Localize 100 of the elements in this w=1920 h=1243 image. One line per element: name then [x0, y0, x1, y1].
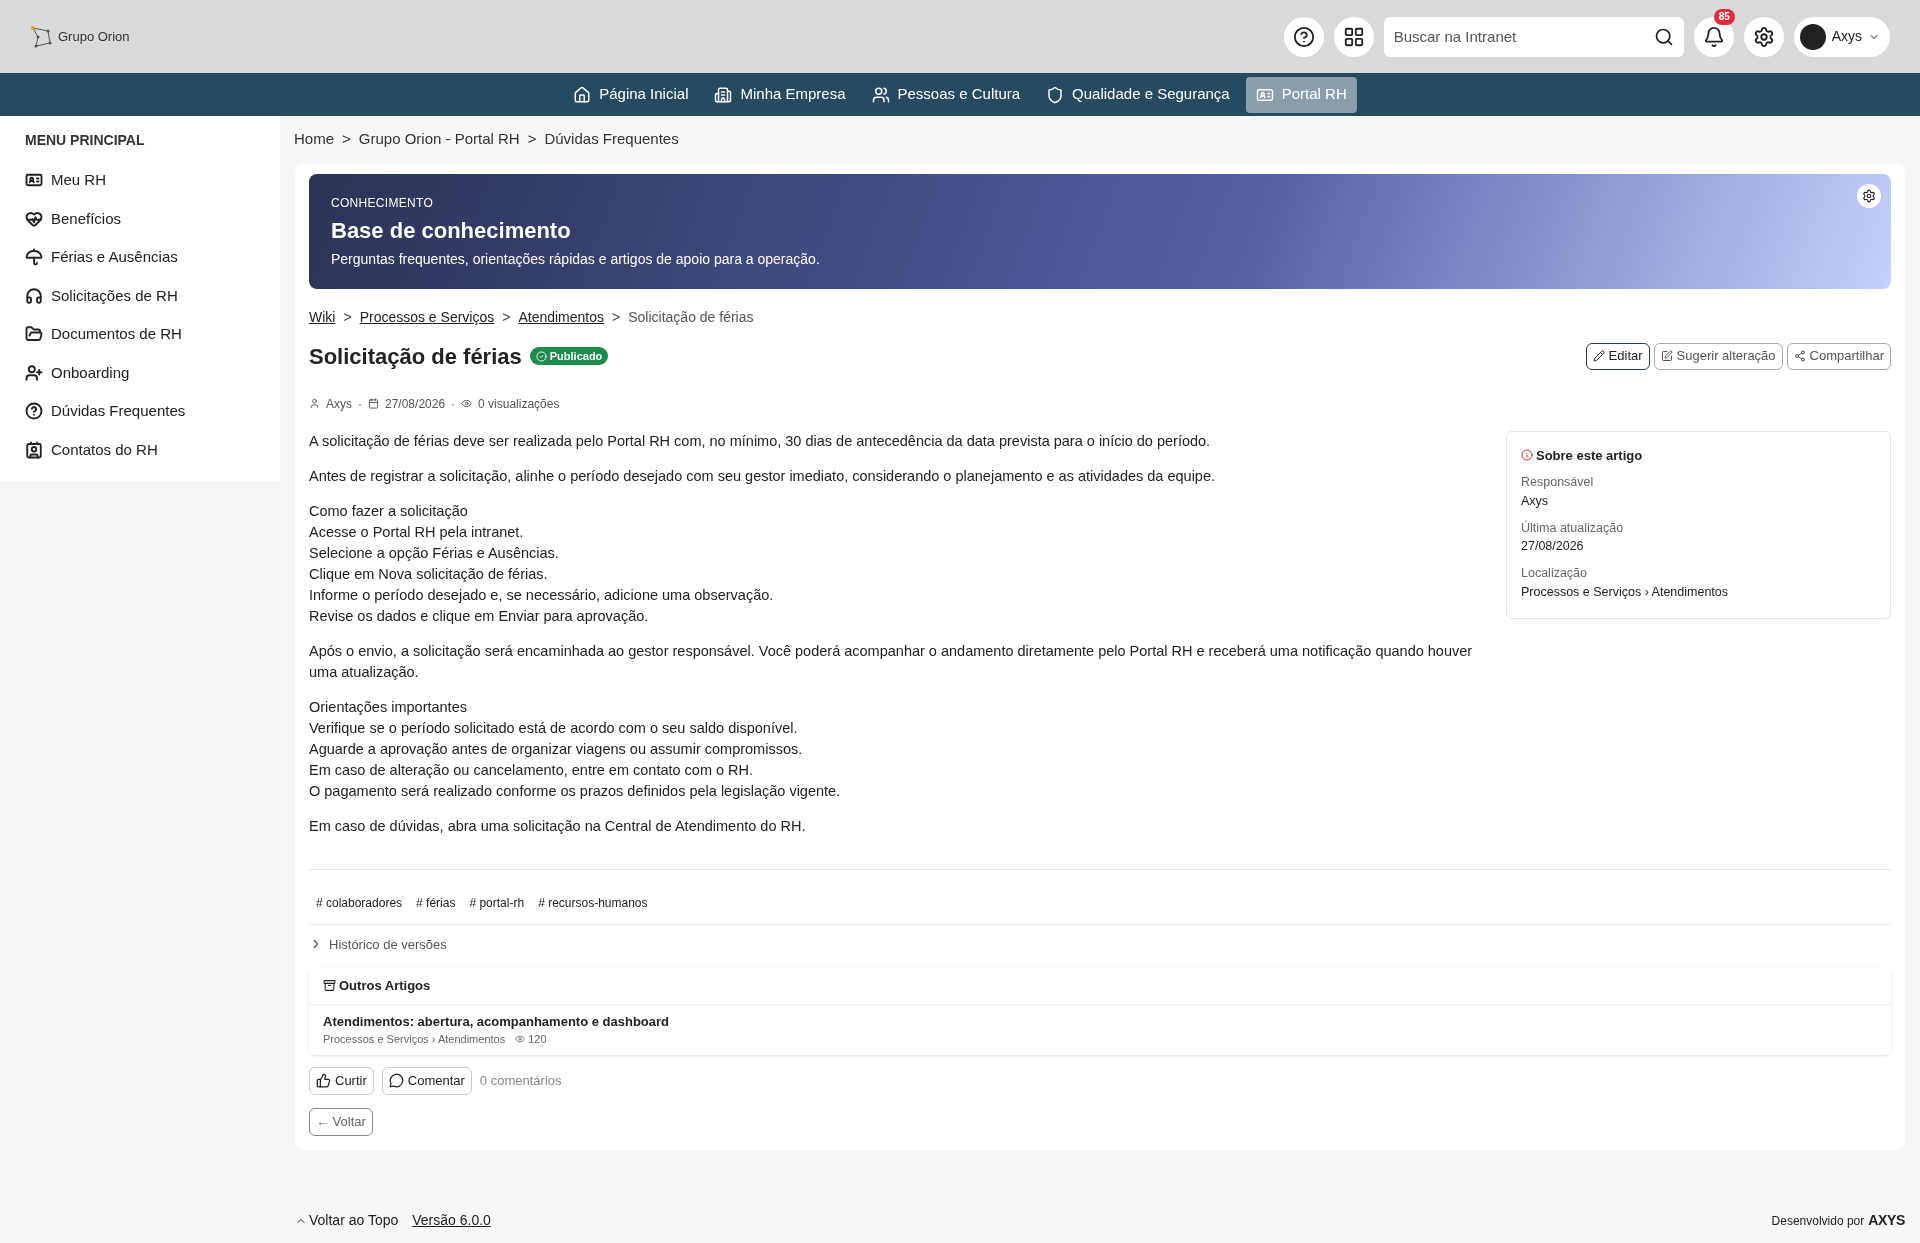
- article-text: Selecione a opção Férias e Ausências.: [309, 543, 560, 563]
- back-button[interactable]: ← Voltar: [309, 1107, 373, 1136]
- constellation-logo-icon: [30, 24, 54, 49]
- tag[interactable]: # colaboradores: [316, 893, 403, 912]
- article-text: O pagamento será realizado conforme os prazos definidos pela legislação vigente.: [309, 781, 842, 801]
- umbrella-icon: [25, 248, 43, 267]
- article-text: Aguarde a aprovação antes de organizar viagens ou assumir compromissos.: [309, 739, 804, 759]
- info-panel-title: Sobre este artigo: [1521, 445, 1876, 465]
- article-link[interactable]: Atendimentos: abertura, acompanhamento e dashboard: [323, 1011, 1877, 1031]
- nav-tab[interactable]: Qualidade e Segurança: [1036, 76, 1240, 113]
- grid-icon: [1342, 25, 1365, 48]
- sidebar-item[interactable]: Férias e Ausências: [25, 238, 255, 277]
- eye-icon: [515, 1034, 526, 1045]
- breadcrumb-link[interactable]: Grupo Orion - Portal RH: [358, 128, 520, 151]
- thumbs-up-icon: [316, 1073, 331, 1088]
- version-link[interactable]: Versão 6.0.0: [412, 1210, 491, 1231]
- banner-eyebrow: CONHECIMENTO: [331, 194, 435, 212]
- article-text: A solicitação de férias deve ser realizada pelo Portal RH com, no mínimo, 30 dias de antecedência da data prevista para o início do período.: [309, 431, 1212, 451]
- like-button[interactable]: Curtir: [309, 1066, 374, 1095]
- headset-icon: [25, 286, 43, 305]
- building-icon: [714, 85, 733, 104]
- sidebar-item[interactable]: Dúvidas Frequentes: [25, 392, 255, 431]
- info-icon: [1521, 449, 1533, 462]
- user-menu-button[interactable]: Axys: [1793, 16, 1890, 57]
- article-text: Clique em Nova solicitação de férias.: [309, 564, 549, 584]
- shield-icon: [1046, 85, 1065, 104]
- meta-separator: ·: [358, 395, 362, 413]
- nav-tab[interactable]: Pessoas e Cultura: [861, 76, 1031, 113]
- article-text: Como fazer a solicitação: [309, 501, 469, 521]
- sidebar-item[interactable]: Meu RH: [25, 161, 255, 200]
- date-meta: 27/08/2026: [385, 395, 446, 413]
- article-text: Acesse o Portal RH pela intranet.: [309, 522, 525, 542]
- heart-pulse-icon: [25, 209, 43, 228]
- speech-bubble-icon: [388, 1073, 404, 1088]
- folder-icon: [25, 325, 43, 344]
- breadcrumb-link[interactable]: Dúvidas Frequentes: [544, 128, 679, 151]
- logo-text: Grupo Orion: [58, 27, 130, 46]
- check-circle-icon: [535, 350, 547, 362]
- sidebar-item[interactable]: Solicitações de RH: [25, 276, 255, 315]
- breadcrumb-separator: >: [527, 129, 537, 149]
- comment-button[interactable]: Comentar: [381, 1066, 472, 1095]
- tag[interactable]: # férias: [416, 893, 456, 912]
- article-action-button[interactable]: Compartilhar: [1786, 342, 1891, 370]
- archive-icon: [323, 979, 336, 993]
- tag[interactable]: # portal-rh: [469, 893, 525, 912]
- calendar-icon: [368, 398, 379, 409]
- edit-square-icon: [1660, 350, 1673, 362]
- help-icon: [1292, 25, 1315, 48]
- contact-card-icon: [25, 440, 43, 459]
- article-action-button[interactable]: Sugerir alteração: [1653, 342, 1783, 370]
- banner-title: Base de conhecimento: [331, 216, 572, 245]
- settings-icon: [1752, 25, 1775, 48]
- nav-tab[interactable]: Página Inicial: [563, 76, 699, 113]
- info-label: Localização: [1521, 565, 1588, 582]
- developer-credit: Desenvolvido por: [1771, 1212, 1865, 1230]
- share-icon: [1793, 350, 1806, 362]
- info-label: Responsável: [1521, 474, 1595, 491]
- banner-settings-button[interactable]: [1857, 183, 1881, 208]
- article-text: Após o envio, a solicitação será encaminhada ao gestor responsável. Você poderá acompanhar o andamento diretamente pelo Portal RH e receberá uma notificação quando houver uma atualização.: [309, 641, 1474, 682]
- info-value: Axys: [1521, 492, 1550, 510]
- brand-logo: AXYS: [1868, 1211, 1905, 1230]
- info-value: 27/08/2026: [1521, 538, 1585, 556]
- search-field[interactable]: Buscar na Intranet: [1383, 16, 1684, 57]
- article-text: Em caso de dúvidas, abra uma solicitação na Central de Atendimento do RH.: [309, 816, 807, 836]
- article-text: Orientações importantes: [309, 697, 468, 717]
- article-path: Processos e Serviços › Atendimentos: [323, 1032, 506, 1047]
- user-plus-icon: [25, 363, 43, 382]
- version-history-toggle[interactable]: Histórico de versões: [309, 934, 447, 954]
- article-action-button[interactable]: Editar: [1585, 342, 1650, 370]
- article-title: Solicitação de férias: [309, 342, 522, 371]
- question-icon: [25, 402, 43, 421]
- status-badge: Publicado: [529, 346, 609, 366]
- breadcrumb-separator: >: [343, 307, 352, 327]
- sidebar-item[interactable]: Documentos de RH: [25, 315, 255, 354]
- sidebar-item[interactable]: Onboarding: [25, 353, 255, 392]
- tag[interactable]: # recursos-humanos: [538, 893, 648, 912]
- comment-count: 0 comentários: [479, 1071, 562, 1090]
- bell-icon: [1702, 25, 1725, 48]
- eye-icon: [461, 398, 473, 409]
- house-icon: [573, 85, 592, 104]
- banner-subtitle: Perguntas frequentes, orientações rápidas e artigos de apoio para a operação.: [331, 249, 821, 269]
- gear-icon: [1862, 188, 1876, 203]
- breadcrumb-link[interactable]: Home: [294, 128, 334, 151]
- breadcrumb-current: Solicitação de férias: [628, 307, 754, 327]
- breadcrumb-link[interactable]: Processos e Serviços: [359, 306, 495, 328]
- meta-separator: ·: [451, 395, 456, 413]
- author-meta: Axys: [326, 395, 352, 413]
- back-to-top-link[interactable]: Voltar ao Topo: [295, 1210, 399, 1231]
- article-text: Informe o período desejado e, se necessário, adicione uma observação.: [309, 585, 775, 605]
- avatar-icon: [1799, 23, 1826, 50]
- pencil-icon: [1592, 350, 1605, 362]
- views-meta: 0 visualizações: [478, 395, 560, 413]
- breadcrumb-separator: >: [502, 307, 511, 327]
- sidebar-item[interactable]: Contatos do RH: [25, 430, 255, 469]
- article-text: Em caso de alteração ou cancelamento, entre em contato com o RH.: [309, 760, 755, 780]
- breadcrumb-link[interactable]: Atendimentos: [518, 306, 605, 328]
- other-articles-title: Outros Artigos: [309, 968, 1891, 1005]
- sidebar-item[interactable]: Benefícios: [25, 199, 255, 238]
- nav-tab[interactable]: Minha Empresa: [704, 76, 856, 113]
- breadcrumb-link[interactable]: Wiki: [309, 306, 336, 328]
